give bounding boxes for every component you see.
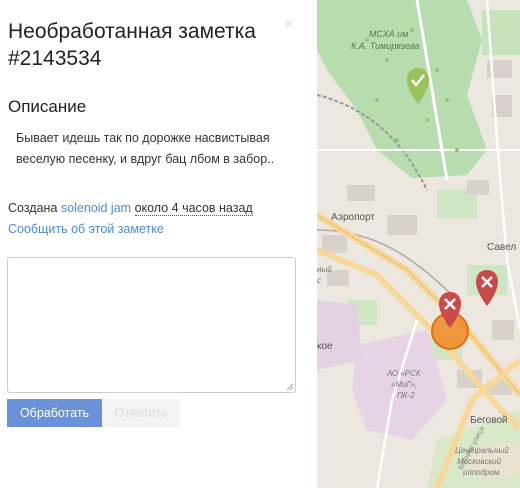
- map-canvas[interactable]: МСХА им К.А. Тимирязева Аэропорт Савел к…: [317, 0, 520, 488]
- map-label-begov: Беговой: [470, 415, 507, 426]
- close-icon[interactable]: ×: [284, 16, 293, 33]
- creator-link[interactable]: solenoid jam: [61, 201, 131, 215]
- description-heading: Описание: [8, 97, 87, 116]
- resize-grip-icon[interactable]: [286, 383, 294, 391]
- map-label-centr-3: ипподром: [463, 468, 500, 477]
- creation-info: Создана solenoid jam около 4 часов назад: [8, 201, 253, 216]
- map-label-koe: кое: [317, 341, 333, 352]
- created-time: около 4 часов назад: [134, 201, 253, 216]
- map-view[interactable]: МСХА им К.А. Тимирязева Аэропорт Савел к…: [317, 0, 520, 488]
- map-label-left-2: с: [317, 276, 321, 285]
- map-label-mskha-2: К.А. Тимирязева: [351, 41, 420, 51]
- map-label-mskha-1: МСХА им: [369, 29, 408, 39]
- report-note-link[interactable]: Сообщить об этой заметке: [8, 222, 164, 236]
- map-label-left-1: ный: [317, 265, 332, 274]
- map-label-savel: Савел: [487, 242, 516, 253]
- map-label-rsk-1: АО «РСК: [386, 369, 422, 378]
- map-label-rsk-2: «МиГ»,: [391, 380, 417, 389]
- map-label-airport: Аэропорт: [331, 212, 375, 223]
- comment-textarea[interactable]: [7, 257, 296, 393]
- created-prefix: Создана: [8, 201, 58, 215]
- note-title: Необработанная заметка #2143534: [8, 20, 256, 70]
- comment-button[interactable]: Ответить: [102, 399, 180, 427]
- note-sidebar: Необработанная заметка #2143534 × Описан…: [0, 0, 317, 488]
- note-description: Бывает идешь так по дорожке насвистывая …: [16, 131, 275, 166]
- map-label-centr-1: Центральный: [455, 446, 509, 455]
- map-label-rsk-3: ПК-2: [397, 391, 415, 400]
- resolve-button[interactable]: Обработать: [7, 399, 102, 427]
